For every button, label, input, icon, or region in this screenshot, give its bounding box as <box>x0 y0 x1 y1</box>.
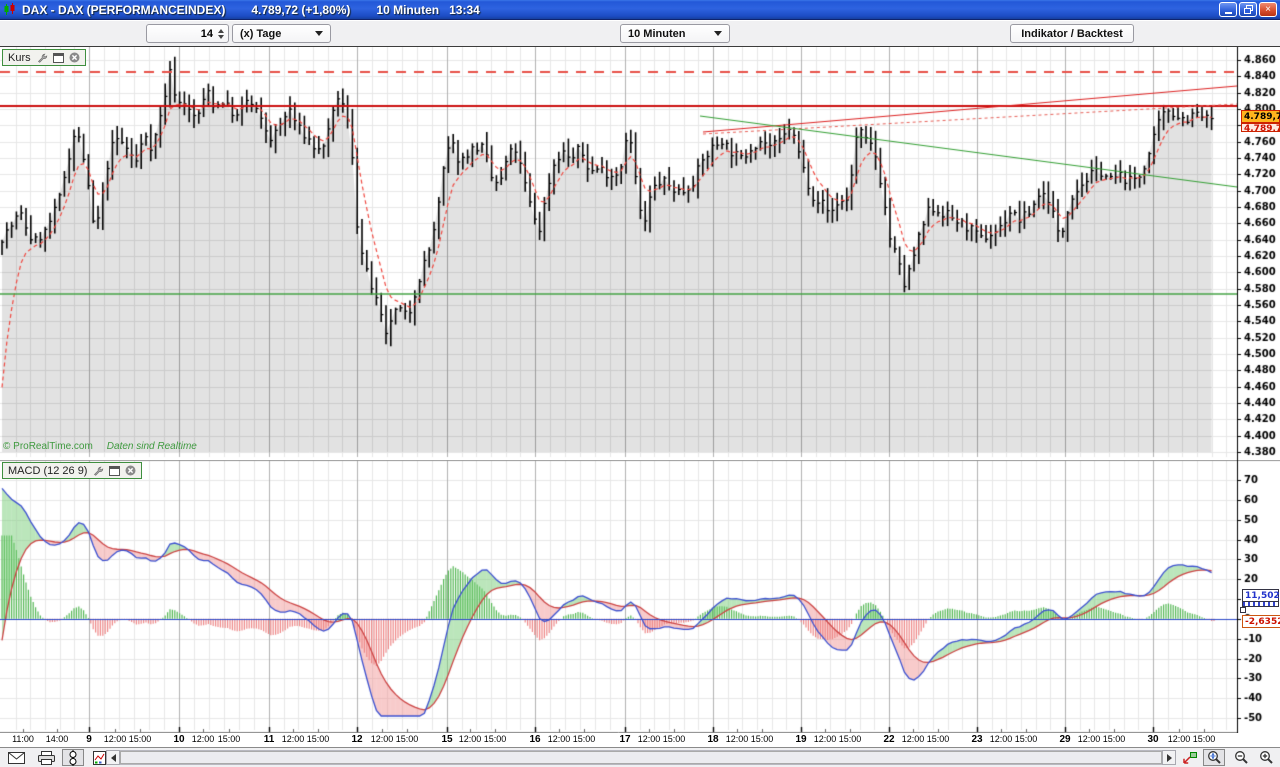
bar-style-button[interactable] <box>62 749 84 766</box>
close-icon: × <box>1265 5 1271 15</box>
macd-panel-label: MACD (12 26 9) <box>8 465 87 477</box>
detach-window-icon[interactable] <box>109 466 120 476</box>
x-axis-label: 15:00 <box>473 734 517 744</box>
chevron-down-icon <box>315 31 323 36</box>
envelope-icon <box>8 752 25 764</box>
macd-hidden-badge <box>1242 602 1279 607</box>
zoom-in-icon <box>1259 750 1274 765</box>
app-icon <box>3 3 17 16</box>
window-title: DAX - DAX (PERFORMANCEINDEX) <box>22 3 225 17</box>
window-time: 13:34 <box>449 3 480 17</box>
timeframe-value: 10 Minuten <box>628 28 685 40</box>
macd-signal-badge: -2,6352 <box>1242 615 1280 628</box>
window-price-change: 4.789,72 (+1,80%) <box>251 3 350 17</box>
close-panel-icon[interactable] <box>69 52 80 63</box>
x-axis-labels: 11:0014:00912:0015:001012:0015:001112:00… <box>0 733 1280 747</box>
bars-unit-value: (x) Tage <box>240 28 281 40</box>
scroll-right-button[interactable] <box>1162 750 1176 765</box>
price-chart[interactable] <box>0 47 1280 460</box>
auto-fit-icon <box>1182 751 1198 765</box>
x-axis-label: 15:00 <box>118 734 162 744</box>
watermark: © ProRealTime.com Daten sind Realtime <box>3 441 197 452</box>
printer-icon <box>38 751 55 765</box>
x-axis-label: 15:00 <box>652 734 696 744</box>
application-window: DAX - DAX (PERFORMANCEINDEX) 4.789,72 (+… <box>0 0 1280 767</box>
zoom-out-button[interactable] <box>1231 749 1251 766</box>
x-axis-label: 15:00 <box>562 734 606 744</box>
bars-count-spinner[interactable] <box>146 24 229 43</box>
chevron-down-icon <box>714 31 722 36</box>
macd-chart[interactable] <box>0 460 1280 733</box>
x-axis-label: 15:00 <box>207 734 251 744</box>
window-timeframe: 10 Minuten <box>376 3 439 17</box>
print-button[interactable] <box>34 749 58 766</box>
minimize-icon <box>1225 12 1232 14</box>
spinner-up-icon[interactable] <box>218 29 224 33</box>
timeframe-dropdown[interactable]: 10 Minuten <box>620 24 730 43</box>
watermark-realtime: Daten sind Realtime <box>107 441 197 452</box>
zoom-area-button[interactable] <box>1203 749 1225 766</box>
macd-marker <box>1240 607 1246 613</box>
x-axis-label: 15:00 <box>828 734 872 744</box>
arrow-left-icon <box>111 754 116 762</box>
mail-button[interactable] <box>4 749 28 766</box>
close-panel-icon[interactable] <box>125 465 136 476</box>
minimize-button[interactable] <box>1219 2 1237 17</box>
bars-unit-dropdown[interactable]: (x) Tage <box>232 24 331 43</box>
line-level-badge: 4.789,72 <box>1241 123 1280 132</box>
chart-report-icon <box>93 751 106 765</box>
candles-icon <box>68 750 78 766</box>
chart-area: Kurs MACD (12 26 9) © ProRealTime.com Dat… <box>0 47 1280 747</box>
x-axis-label: 15:00 <box>1182 734 1226 744</box>
indicator-backtest-button[interactable]: Indikator / Backtest <box>1010 24 1134 43</box>
zoom-area-icon <box>1207 750 1222 765</box>
macd-value-badge: 11,502 <box>1242 589 1279 602</box>
macd-panel-header: MACD (12 26 9) <box>2 462 142 479</box>
auto-fit-button[interactable] <box>1180 749 1200 766</box>
watermark-brand: © ProRealTime.com <box>3 441 93 452</box>
main-toolbar: (x) Tage 10 Minuten Indikator / Backtest <box>0 21 1280 47</box>
horizontal-scrollbar[interactable] <box>106 750 1176 765</box>
x-axis-label: 15:00 <box>916 734 960 744</box>
x-axis-label: 15:00 <box>1004 734 1048 744</box>
wrench-icon[interactable] <box>92 465 104 477</box>
x-axis-label: 15:00 <box>385 734 429 744</box>
restore-button[interactable] <box>1239 2 1257 17</box>
arrow-right-icon <box>1167 754 1172 762</box>
x-axis-label: 15:00 <box>740 734 784 744</box>
restore-icon <box>1244 5 1253 14</box>
last-price-badge: 4.789,72 <box>1241 110 1280 123</box>
scrollbar-track[interactable] <box>120 750 1162 765</box>
zoom-in-button[interactable] <box>1256 749 1276 766</box>
scrollbar-thumb[interactable] <box>120 751 1162 764</box>
title-bar[interactable]: DAX - DAX (PERFORMANCEINDEX) 4.789,72 (+… <box>0 0 1280 20</box>
price-panel-header: Kurs <box>2 49 86 66</box>
detach-window-icon[interactable] <box>53 53 64 63</box>
price-panel-label: Kurs <box>8 52 31 64</box>
zoom-out-icon <box>1234 750 1249 765</box>
close-button[interactable]: × <box>1259 2 1277 17</box>
spinner-down-icon[interactable] <box>218 35 224 39</box>
x-axis-label: 15:00 <box>296 734 340 744</box>
bars-count-input[interactable] <box>147 27 216 41</box>
scroll-left-button[interactable] <box>106 750 120 765</box>
x-axis-label: 15:00 <box>1092 734 1136 744</box>
status-bar <box>0 747 1280 767</box>
wrench-icon[interactable] <box>36 52 48 64</box>
